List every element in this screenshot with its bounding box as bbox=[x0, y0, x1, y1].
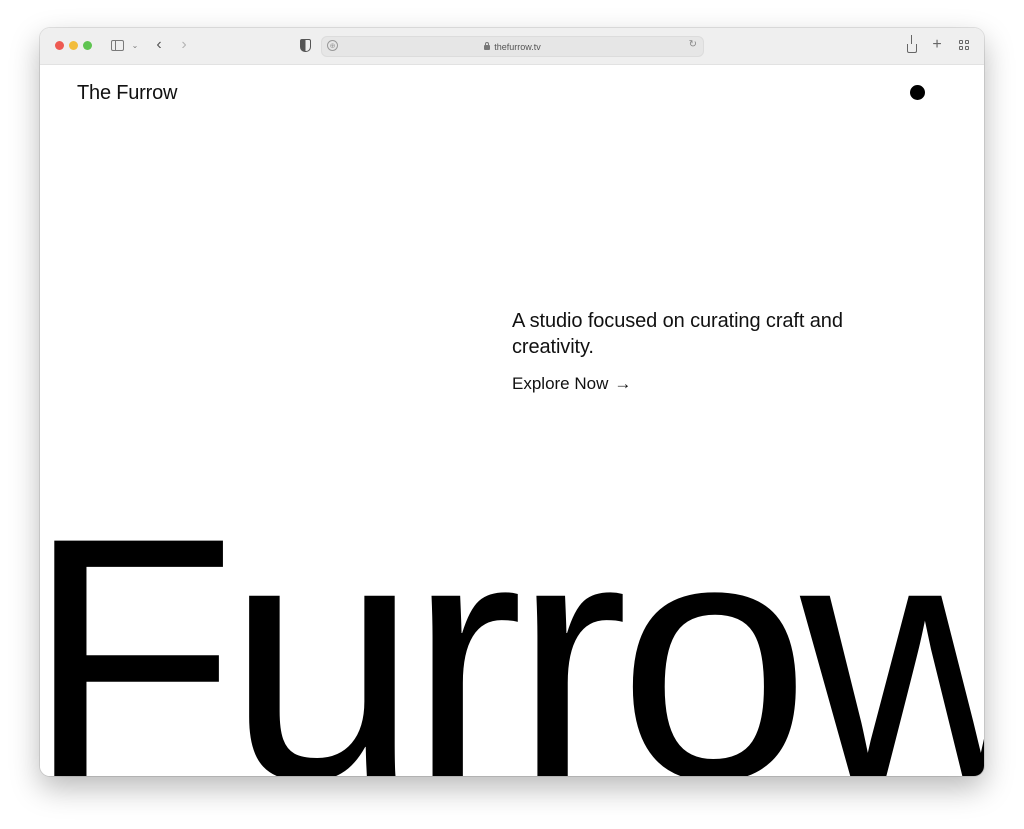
hero-wordmark: Furrow bbox=[40, 467, 984, 776]
arrow-right-icon: → bbox=[614, 374, 632, 393]
back-button[interactable]: ‹ bbox=[152, 36, 166, 54]
chevron-down-icon[interactable]: ⌄ bbox=[130, 36, 140, 54]
web-page: The Furrow A studio focused on curating … bbox=[40, 65, 984, 776]
sidebar-icon[interactable] bbox=[110, 36, 124, 54]
forward-button[interactable]: › bbox=[177, 36, 191, 54]
lock-icon bbox=[484, 42, 491, 50]
address-bar[interactable]: ⊕ thefurrow.tv ↻ bbox=[321, 36, 704, 57]
hero-tagline: A studio focused on curating craft and c… bbox=[512, 310, 843, 358]
site-logo[interactable]: The Furrow bbox=[77, 82, 177, 105]
browser-toolbar: ⌄ ‹ › ⊕ thefurrow.tv ↻ + bbox=[40, 28, 984, 65]
close-window-button[interactable] bbox=[55, 41, 64, 50]
explore-now-label: Explore Now bbox=[512, 374, 609, 393]
shield-icon[interactable] bbox=[298, 36, 312, 54]
url-text[interactable]: thefurrow.tv bbox=[494, 42, 541, 52]
site-settings-icon[interactable]: ⊕ bbox=[327, 40, 338, 51]
share-icon[interactable] bbox=[906, 34, 918, 54]
menu-dot-icon[interactable] bbox=[910, 85, 925, 100]
minimize-window-button[interactable] bbox=[69, 41, 78, 50]
tab-overview-icon[interactable] bbox=[958, 36, 970, 54]
new-tab-icon[interactable]: + bbox=[931, 36, 943, 54]
maximize-window-button[interactable] bbox=[83, 41, 92, 50]
explore-now-link[interactable]: Explore Now → bbox=[512, 374, 631, 394]
browser-window: ⌄ ‹ › ⊕ thefurrow.tv ↻ + The Furrow A st… bbox=[40, 28, 984, 776]
reload-icon[interactable]: ↻ bbox=[689, 39, 697, 50]
